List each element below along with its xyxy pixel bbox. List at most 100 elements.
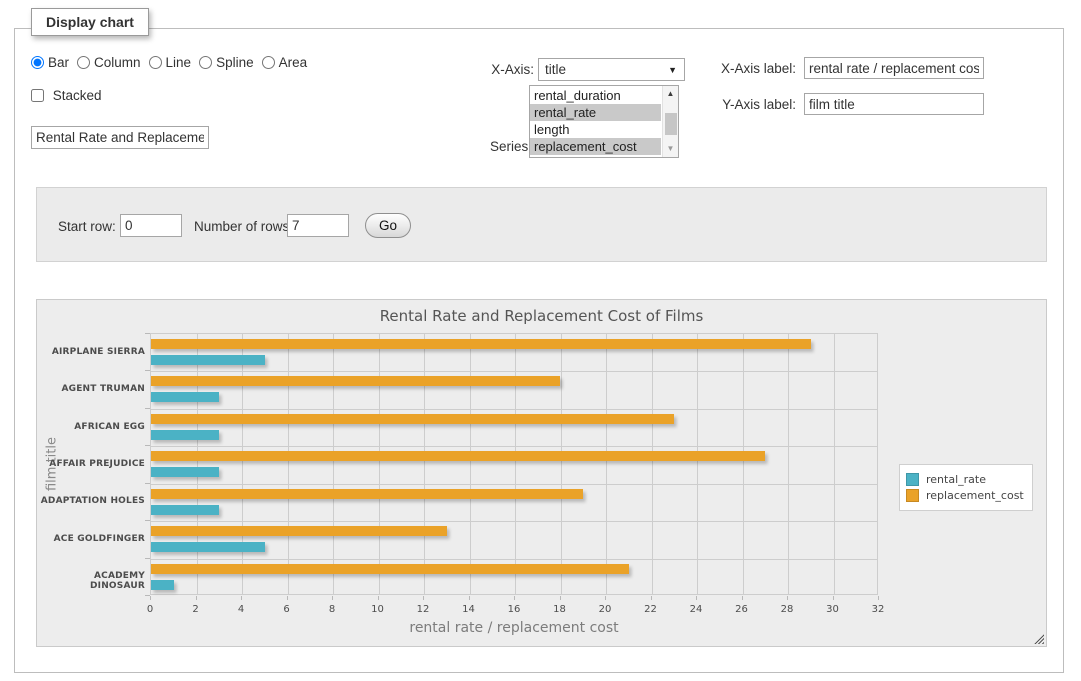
xtick-label: 18	[553, 604, 566, 615]
xtick-label: 12	[417, 604, 430, 615]
ytick-mark	[145, 408, 150, 409]
radio-input-column[interactable]	[77, 56, 90, 69]
gridline-vertical	[697, 334, 698, 594]
gridline-horizontal	[151, 409, 877, 410]
radio-spline[interactable]: Spline	[199, 55, 254, 70]
radio-label-text: Bar	[48, 55, 69, 70]
xtick-label: 6	[283, 604, 289, 615]
gridline-vertical	[242, 334, 243, 594]
xaxis-label-input[interactable]	[804, 57, 984, 79]
gridline-horizontal	[151, 446, 877, 447]
legend-label: rental_rate	[926, 473, 986, 486]
gridline-vertical	[788, 334, 789, 594]
gridline-horizontal	[151, 484, 877, 485]
ytick-mark	[145, 520, 150, 521]
ytick-mark	[145, 483, 150, 484]
start-row-label: Start row:	[58, 219, 116, 234]
xtick-mark	[787, 596, 788, 600]
xtick-label: 8	[329, 604, 335, 615]
xtick-mark	[469, 596, 470, 600]
xtick-mark	[651, 596, 652, 600]
row-controls-panel: Start row: Number of rows: Go	[36, 187, 1047, 262]
ytick-label: AIRPLANE SIERRA	[37, 347, 145, 357]
radio-label-text: Area	[279, 55, 308, 70]
ytick-label: ACE GOLDFINGER	[37, 534, 145, 544]
gridline-horizontal	[151, 559, 877, 560]
bar-rental_rate-agent-truman	[151, 392, 219, 402]
bar-replacement_cost-airplane-sierra	[151, 339, 811, 349]
chart-container: Rental Rate and Replacement Cost of Film…	[36, 299, 1047, 647]
legend-swatch-replacement_cost	[906, 489, 919, 502]
xaxis-title: rental rate / replacement cost	[150, 620, 878, 636]
bar-rental_rate-airplane-sierra	[151, 355, 265, 365]
radio-bar[interactable]: Bar	[31, 55, 69, 70]
gridline-vertical	[379, 334, 380, 594]
xtick-mark	[696, 596, 697, 600]
scroll-down-icon[interactable]: ▼	[663, 142, 678, 156]
radio-label-text: Line	[166, 55, 192, 70]
stacked-checkbox[interactable]	[31, 89, 44, 102]
radio-area[interactable]: Area	[262, 55, 308, 70]
xtick-label: 14	[462, 604, 475, 615]
stacked-checkbox-label[interactable]: Stacked	[31, 88, 102, 103]
page: Display chart BarColumnLineSplineArea St…	[0, 0, 1081, 681]
yaxis-label-input-label: Y-Axis label:	[630, 97, 796, 112]
plot-area	[150, 333, 878, 595]
radio-input-line[interactable]	[149, 56, 162, 69]
radio-column[interactable]: Column	[77, 55, 141, 70]
xtick-label: 26	[735, 604, 748, 615]
bar-replacement_cost-agent-truman	[151, 376, 560, 386]
num-rows-input[interactable]	[287, 214, 349, 237]
legend-entry: replacement_cost	[906, 489, 1024, 502]
gridline-vertical	[515, 334, 516, 594]
start-row-input[interactable]	[120, 214, 182, 237]
bar-replacement_cost-adaptation-holes	[151, 489, 583, 499]
xtick-mark	[514, 596, 515, 600]
radio-input-spline[interactable]	[199, 56, 212, 69]
gridline-vertical	[743, 334, 744, 594]
chart-title-input[interactable]	[31, 126, 209, 149]
stacked-label-text: Stacked	[53, 88, 102, 103]
bar-replacement_cost-academy-dinosaur	[151, 564, 629, 574]
radio-input-bar[interactable]	[31, 56, 44, 69]
ytick-mark	[145, 370, 150, 371]
series-option-replacement_cost[interactable]: replacement_cost	[530, 138, 661, 155]
go-button[interactable]: Go	[365, 213, 411, 238]
resize-handle-icon[interactable]	[1033, 633, 1044, 644]
scrollbar-thumb[interactable]	[665, 113, 677, 135]
xtick-mark	[332, 596, 333, 600]
xaxis-select-value: title	[545, 62, 566, 77]
xtick-label: 20	[599, 604, 612, 615]
radio-label-text: Column	[94, 55, 141, 70]
bar-replacement_cost-affair-prejudice	[151, 451, 765, 461]
display-chart-fieldset: Display chart BarColumnLineSplineArea St…	[14, 28, 1064, 673]
bar-rental_rate-ace-goldfinger	[151, 542, 265, 552]
ytick-mark	[145, 445, 150, 446]
gridline-vertical	[333, 334, 334, 594]
xtick-mark	[742, 596, 743, 600]
xtick-mark	[878, 596, 879, 600]
xaxis-label-input-label: X-Axis label:	[630, 61, 796, 76]
xtick-label: 16	[508, 604, 521, 615]
yaxis-label-input[interactable]	[804, 93, 984, 115]
series-list-label: Series:	[432, 139, 532, 154]
gridline-vertical	[197, 334, 198, 594]
ytick-label: AFFAIR PREJUDICE	[37, 459, 145, 469]
gridline-vertical	[424, 334, 425, 594]
radio-line[interactable]: Line	[149, 55, 192, 70]
xtick-label: 10	[371, 604, 384, 615]
xtick-mark	[287, 596, 288, 600]
gridline-vertical	[288, 334, 289, 594]
radio-input-area[interactable]	[262, 56, 275, 69]
legend-swatch-rental_rate	[906, 473, 919, 486]
series-listbox[interactable]: rental_durationrental_ratelengthreplacem…	[529, 85, 679, 158]
gridline-vertical	[652, 334, 653, 594]
num-rows-label: Number of rows:	[194, 219, 293, 234]
xtick-mark	[378, 596, 379, 600]
xtick-label: 22	[644, 604, 657, 615]
xtick-label: 24	[690, 604, 703, 615]
xtick-mark	[833, 596, 834, 600]
xtick-label: 2	[192, 604, 198, 615]
xtick-label: 4	[238, 604, 244, 615]
series-option-length[interactable]: length	[530, 121, 661, 138]
